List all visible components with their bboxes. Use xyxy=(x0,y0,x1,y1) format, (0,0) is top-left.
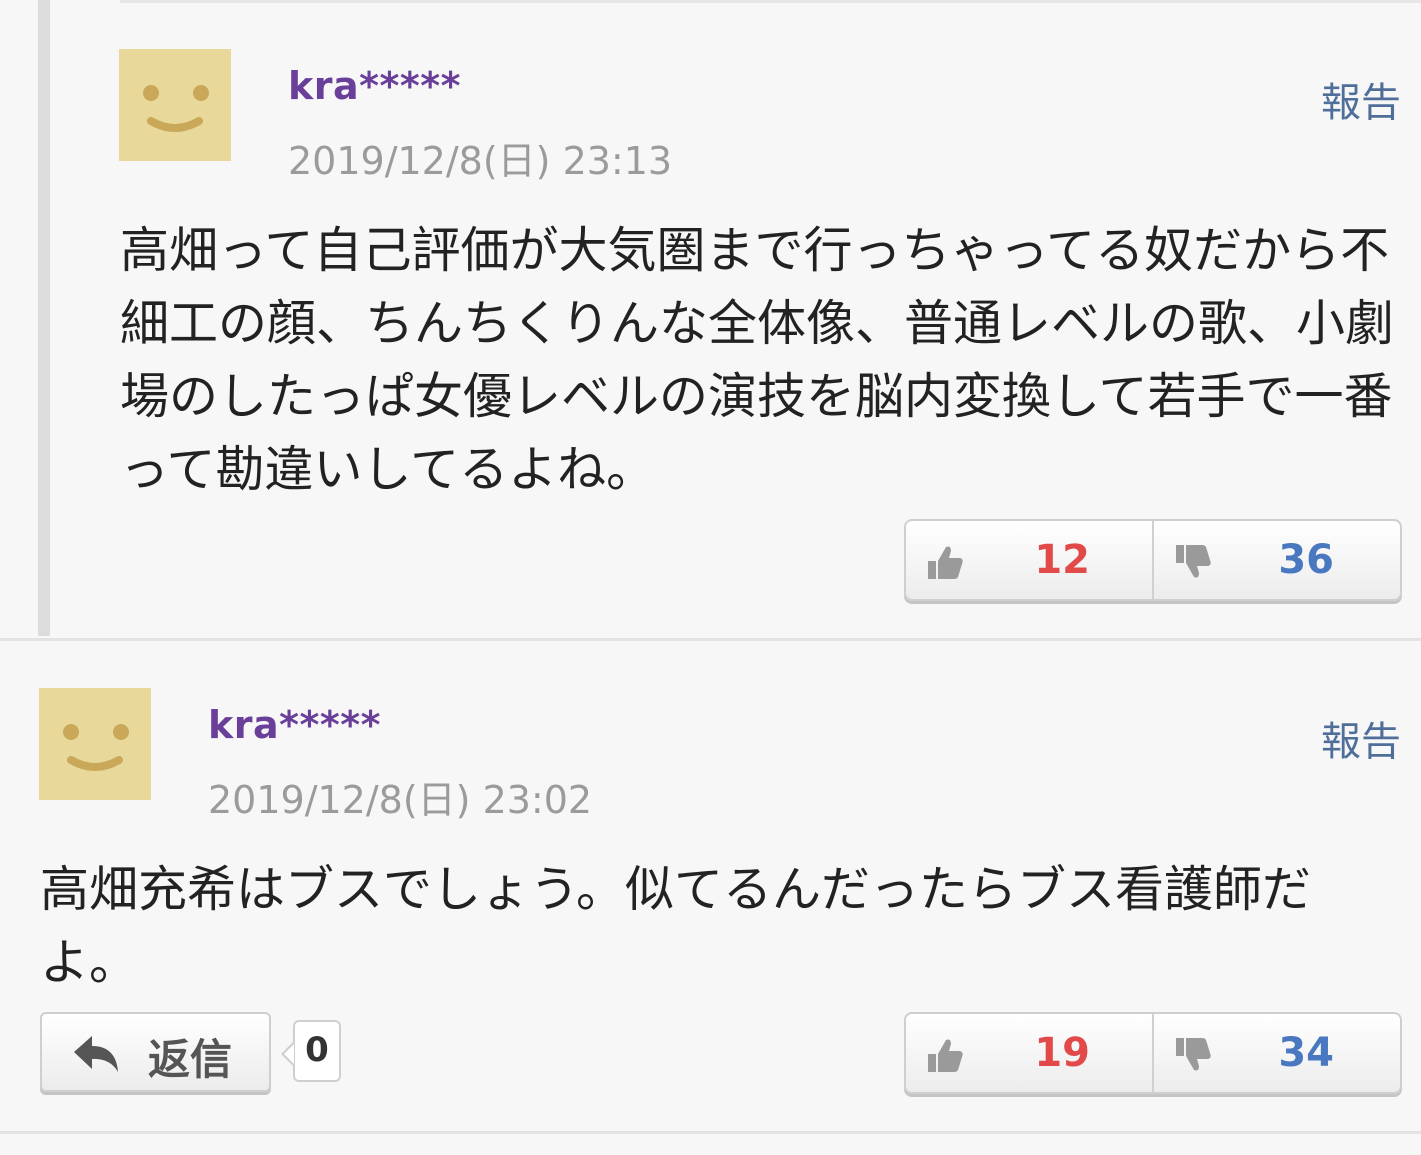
reply-arrow-icon xyxy=(74,1036,118,1072)
comment-timestamp: 2019/12/8(日) 23:02 xyxy=(208,778,593,822)
vote-buttons: 19 34 xyxy=(904,1012,1402,1094)
report-link[interactable]: 報告 xyxy=(1321,709,1401,767)
comments-page: kra***** 2019/12/8(日) 23:13 報告 高畑って自己評価が… xyxy=(0,0,1421,1155)
reply-label: 返信 xyxy=(148,1035,233,1084)
reply-count-badge: 0 xyxy=(281,1020,341,1082)
dislike-count: 36 xyxy=(1278,537,1334,583)
like-button[interactable]: 12 xyxy=(906,521,1154,599)
dislike-button[interactable]: 34 xyxy=(1154,1014,1400,1092)
vote-buttons: 12 36 xyxy=(904,519,1402,601)
divider xyxy=(0,1131,1421,1134)
avatar xyxy=(119,49,231,161)
like-count: 12 xyxy=(1034,537,1090,583)
dislike-button[interactable]: 36 xyxy=(1154,521,1400,599)
thread-indent-bar xyxy=(38,0,50,636)
report-link[interactable]: 報告 xyxy=(1321,70,1401,128)
comment-body: 高畑って自己評価が大気圏まで行っちゃってる奴だから不細工の顔、ちんちくりんな全体… xyxy=(120,222,1395,498)
comment-timestamp: 2019/12/8(日) 23:13 xyxy=(288,139,673,183)
smiley-face-icon xyxy=(143,85,209,132)
comment-username[interactable]: kra***** xyxy=(288,64,461,108)
reply-count: 0 xyxy=(305,1030,329,1070)
reply-thread: kra***** 2019/12/8(日) 23:13 報告 高畑って自己評価が… xyxy=(0,0,1421,638)
thumbs-down-icon xyxy=(1176,1038,1211,1071)
comment-username[interactable]: kra***** xyxy=(208,703,381,747)
thumbs-down-icon xyxy=(1176,545,1211,578)
like-count: 19 xyxy=(1034,1030,1090,1076)
divider xyxy=(120,0,1421,3)
smiley-face-icon xyxy=(63,724,129,771)
comment-body: 高畑充希はブスでしょう。似てるんだったらブス看護師だよ。 xyxy=(40,861,1312,991)
thumbs-up-icon xyxy=(928,1039,963,1072)
reply-button[interactable]: 返信 xyxy=(40,1012,271,1092)
divider xyxy=(0,638,1421,641)
dislike-count: 34 xyxy=(1278,1030,1334,1076)
avatar xyxy=(39,688,151,800)
thumbs-up-icon xyxy=(928,546,963,579)
like-button[interactable]: 19 xyxy=(906,1014,1154,1092)
